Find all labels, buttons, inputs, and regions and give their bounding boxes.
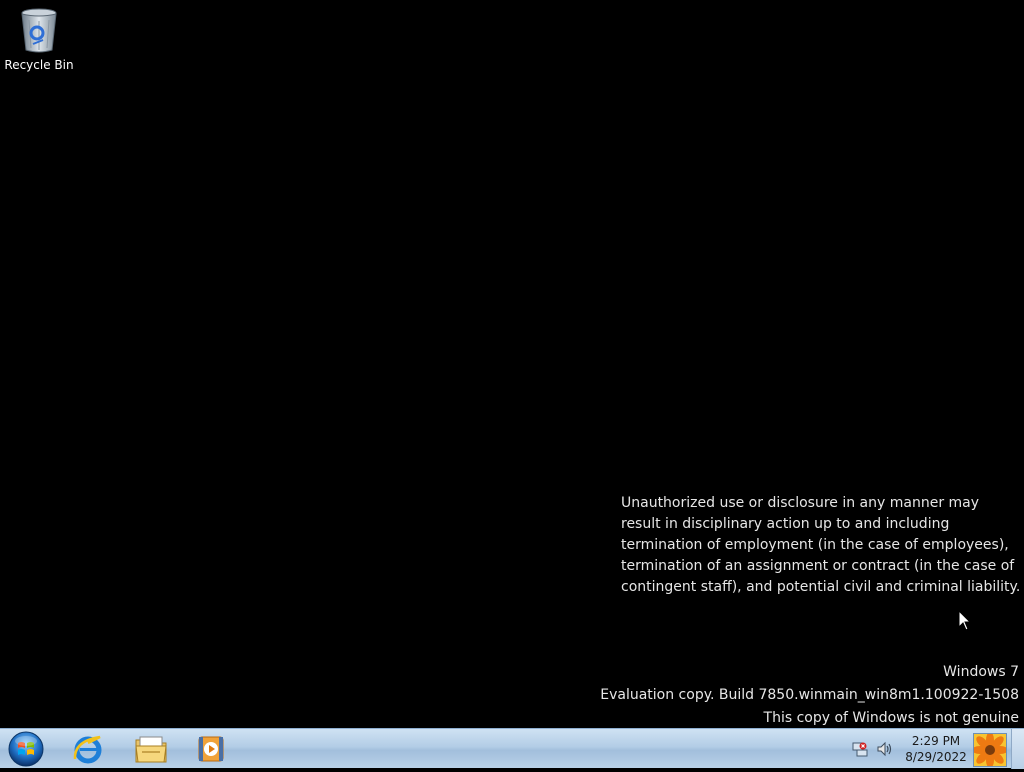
folder-icon <box>135 736 167 763</box>
recycle-bin-icon <box>15 6 63 54</box>
media-player-icon <box>198 736 224 762</box>
watermark-genuine: This copy of Windows is not genuine <box>763 710 1019 726</box>
taskbar-windows-explorer[interactable] <box>127 731 175 767</box>
desktop-icon-recycle-bin[interactable]: Recycle Bin <box>4 6 74 72</box>
start-button[interactable] <box>6 730 46 768</box>
flower-user-tile <box>974 734 1006 766</box>
show-desktop-button[interactable] <box>1011 729 1024 769</box>
internet-explorer-icon <box>73 735 102 764</box>
watermark-build: Evaluation copy. Build 7850.winmain_win8… <box>600 687 1019 703</box>
windows-watermark: Windows 7 Evaluation copy. Build 7850.wi… <box>600 661 1019 730</box>
clock-time: 2:29 PM <box>911 734 961 748</box>
taskbar: 2:29 PM 8/29/2022 <box>0 728 1024 769</box>
recycle-bin-label: Recycle Bin <box>4 58 74 72</box>
windows-start-orb-icon <box>8 731 44 767</box>
watermark-product: Windows 7 <box>943 664 1019 680</box>
taskbar-media-player[interactable] <box>187 731 235 767</box>
system-clock[interactable]: 2:29 PM 8/29/2022 <box>903 733 969 765</box>
network-error-icon[interactable] <box>852 741 868 757</box>
speaker-icon[interactable] <box>876 741 892 757</box>
desktop: Recycle Bin Unauthorized use or disclosu… <box>0 0 1024 728</box>
user-tile[interactable] <box>973 733 1007 767</box>
taskbar-internet-explorer[interactable] <box>64 731 112 767</box>
clock-date: 8/29/2022 <box>905 750 967 764</box>
legal-notice: Unauthorized use or disclosure in any ma… <box>621 495 1021 595</box>
mouse-pointer-icon <box>958 609 972 632</box>
